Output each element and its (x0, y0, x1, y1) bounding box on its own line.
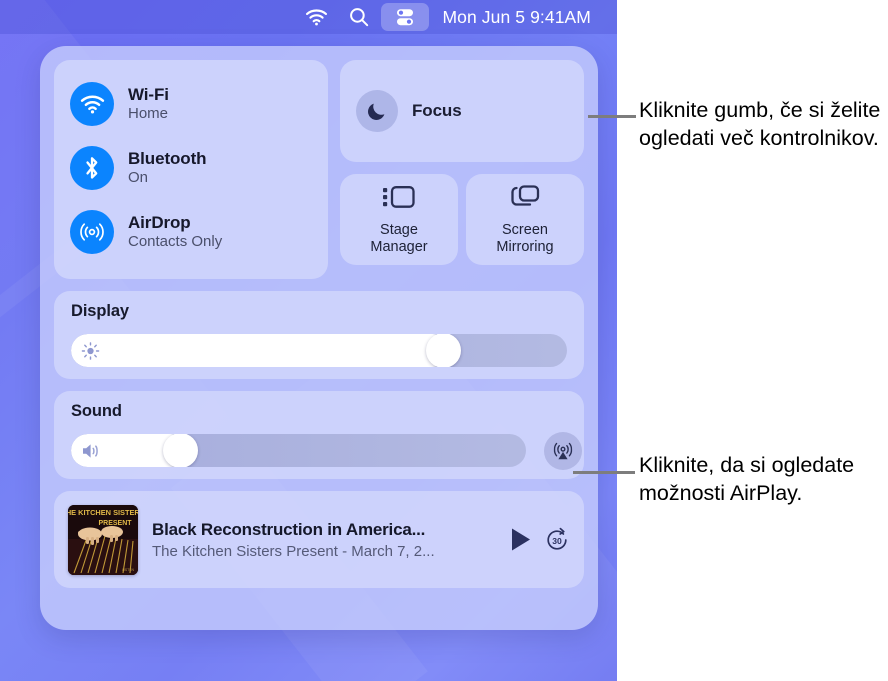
connectivity-text: Bluetooth On (128, 148, 207, 187)
annotation-more-controls: Kliknite gumb, če si želite ogledati več… (639, 98, 881, 150)
focus-button[interactable]: Focus (340, 60, 584, 162)
display-title: Display (71, 302, 129, 320)
stage-manager-label: Stage Manager (370, 222, 427, 256)
moon-icon (356, 90, 398, 132)
screen-mirroring-icon (509, 184, 541, 215)
menubar-control-center-icon[interactable] (380, 3, 429, 31)
display-panel: Display (54, 291, 584, 379)
control-center-panel: Wi-Fi Home Bluetooth On AirDrop Contacts… (40, 46, 598, 630)
sound-slider-knob[interactable] (163, 434, 199, 467)
connectivity-text: Wi-Fi Home (128, 85, 169, 123)
bluetooth-status: On (128, 169, 149, 187)
bluetooth-title: Bluetooth (128, 148, 207, 168)
screen-mirroring-button[interactable]: Screen Mirroring (466, 174, 584, 265)
connectivity-panel: Wi-Fi Home Bluetooth On AirDrop Contacts… (54, 60, 328, 279)
now-playing-subtitle: The Kitchen Sisters Present - March 7, 2… (152, 542, 435, 560)
bluetooth-icon (70, 146, 114, 190)
sound-volume-slider[interactable] (71, 434, 526, 467)
wifi-icon (70, 82, 114, 126)
callout-line-controls (588, 115, 636, 118)
connectivity-text: AirDrop Contacts Only (128, 213, 222, 251)
menu-bar: Mon Jun 5 9:41AM (0, 0, 617, 34)
focus-label: Focus (412, 101, 462, 120)
airplay-button[interactable] (544, 432, 582, 470)
svg-text:LISTEN: LISTEN (122, 568, 134, 572)
callout-line-airplay (573, 471, 635, 474)
skip-forward-30-button[interactable]: 30 (544, 527, 570, 553)
wifi-status: Home (128, 105, 169, 123)
annotation-airplay: Kliknite, da si ogledate možnosti AirPla… (639, 453, 855, 505)
macos-desktop-screenshot: Mon Jun 5 9:41AM Wi-Fi Home Bluetooth On… (0, 0, 617, 681)
display-slider-fill (71, 334, 450, 367)
svg-text:PRESENT: PRESENT (98, 520, 132, 527)
play-button[interactable] (509, 527, 532, 552)
menubar-wifi-icon[interactable] (295, 3, 339, 31)
stage-manager-icon (382, 184, 416, 215)
svg-text:THE KITCHEN SISTERS: THE KITCHEN SISTERS (68, 508, 138, 517)
stage-manager-label-line1: Stage (380, 221, 418, 238)
screen-mirroring-label-line2: Mirroring (496, 238, 554, 255)
now-playing-panel: THE KITCHEN SISTERS PRESENT LISTEN Black… (54, 491, 584, 588)
airdrop-title: AirDrop (128, 212, 191, 232)
display-brightness-slider[interactable] (71, 334, 567, 367)
airdrop-status: Contacts Only (128, 233, 223, 251)
connectivity-row-airdrop[interactable]: AirDrop Contacts Only (54, 200, 328, 264)
menubar-clock[interactable]: Mon Jun 5 9:41AM (443, 7, 592, 28)
stage-manager-label-line2: Manager (370, 238, 428, 255)
connectivity-row-bluetooth[interactable]: Bluetooth On (54, 136, 328, 200)
wifi-title: Wi-Fi (128, 84, 169, 104)
airdrop-icon (70, 210, 114, 254)
screen-mirroring-label-line1: Screen (502, 221, 548, 238)
now-playing-title: Black Reconstruction in America... (152, 519, 426, 539)
album-artwork: THE KITCHEN SISTERS PRESENT LISTEN (68, 504, 138, 575)
sound-panel: Sound (54, 391, 584, 479)
connectivity-row-wifi[interactable]: Wi-Fi Home (54, 72, 328, 136)
speaker-icon (81, 442, 103, 460)
svg-text:30: 30 (552, 536, 562, 546)
now-playing-text: Black Reconstruction in America... The K… (152, 520, 497, 560)
display-slider-knob[interactable] (425, 334, 461, 367)
brightness-icon (81, 341, 100, 360)
screen-mirroring-label: Screen Mirroring (496, 222, 553, 256)
sound-title: Sound (71, 402, 122, 420)
stage-manager-button[interactable]: Stage Manager (340, 174, 458, 265)
menubar-search-icon[interactable] (339, 3, 379, 31)
